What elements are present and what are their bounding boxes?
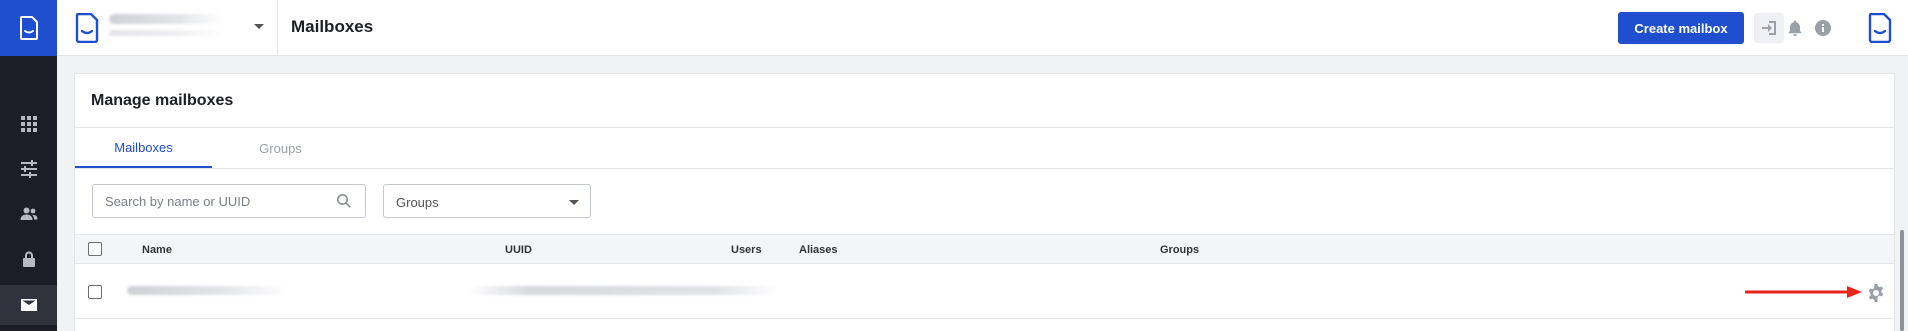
column-header-users[interactable]: Users [731, 244, 762, 256]
row-checkbox[interactable] [88, 285, 102, 299]
sidebar-item-security[interactable] [0, 239, 57, 279]
top-bar: Mailboxes Create mailbox [57, 0, 1908, 56]
notifications-button[interactable] [1780, 13, 1810, 43]
info-icon [1815, 20, 1831, 36]
page-scrollbar[interactable] [1900, 230, 1904, 331]
search-field [92, 184, 366, 218]
search-icon[interactable] [336, 193, 352, 209]
app-logo-button[interactable] [0, 0, 57, 56]
column-header-name[interactable]: Name [142, 244, 172, 256]
table-row[interactable] [75, 265, 1894, 319]
card-title: Manage mailboxes [91, 92, 234, 109]
tab-groups[interactable]: Groups [212, 128, 349, 168]
sliders-icon [20, 160, 37, 178]
groups-filter-select[interactable]: Groups [383, 184, 591, 218]
bell-icon [1788, 20, 1802, 37]
sidebar-item-mailboxes[interactable] [0, 285, 57, 325]
redacted-mailbox-uuid [468, 286, 778, 295]
chevron-down-icon [254, 24, 264, 29]
info-button[interactable] [1808, 13, 1838, 43]
apps-grid-icon [20, 116, 37, 132]
divider [75, 168, 1894, 169]
column-header-uuid[interactable]: UUID [505, 244, 532, 256]
create-mailbox-button[interactable]: Create mailbox [1618, 12, 1744, 44]
brand-logo-icon[interactable] [1868, 13, 1892, 43]
organization-switcher[interactable] [57, 0, 278, 56]
mailbox-settings-gear-icon[interactable] [1866, 283, 1886, 303]
left-rail [0, 0, 57, 331]
tab-mailboxes[interactable]: Mailboxes [75, 128, 212, 168]
chevron-down-icon [569, 200, 579, 205]
sign-in-icon [1762, 21, 1776, 35]
redacted-org-subtitle [109, 30, 224, 36]
annotation-arrow-icon [1745, 286, 1862, 298]
redacted-org-name [109, 14, 224, 24]
lock-icon [22, 251, 35, 267]
users-icon [20, 207, 37, 220]
page-title: Mailboxes [291, 17, 374, 36]
document-icon [19, 16, 38, 40]
search-input[interactable] [93, 185, 323, 217]
sidebar-item-users[interactable] [0, 194, 57, 234]
column-header-aliases[interactable]: Aliases [799, 244, 838, 256]
column-header-groups[interactable]: Groups [1160, 244, 1199, 256]
groups-filter-value: Groups [396, 195, 439, 210]
sidebar-item-settings[interactable] [0, 149, 57, 189]
sidebar-item-apps[interactable] [0, 104, 57, 144]
mail-icon [20, 299, 37, 311]
select-all-checkbox[interactable] [88, 242, 102, 256]
organization-logo-icon [75, 13, 99, 43]
manage-mailboxes-card: Manage mailboxes Mailboxes Groups Groups… [74, 73, 1895, 331]
redacted-mailbox-name [127, 286, 287, 295]
table-header: Name UUID Users Aliases Groups [75, 234, 1894, 264]
